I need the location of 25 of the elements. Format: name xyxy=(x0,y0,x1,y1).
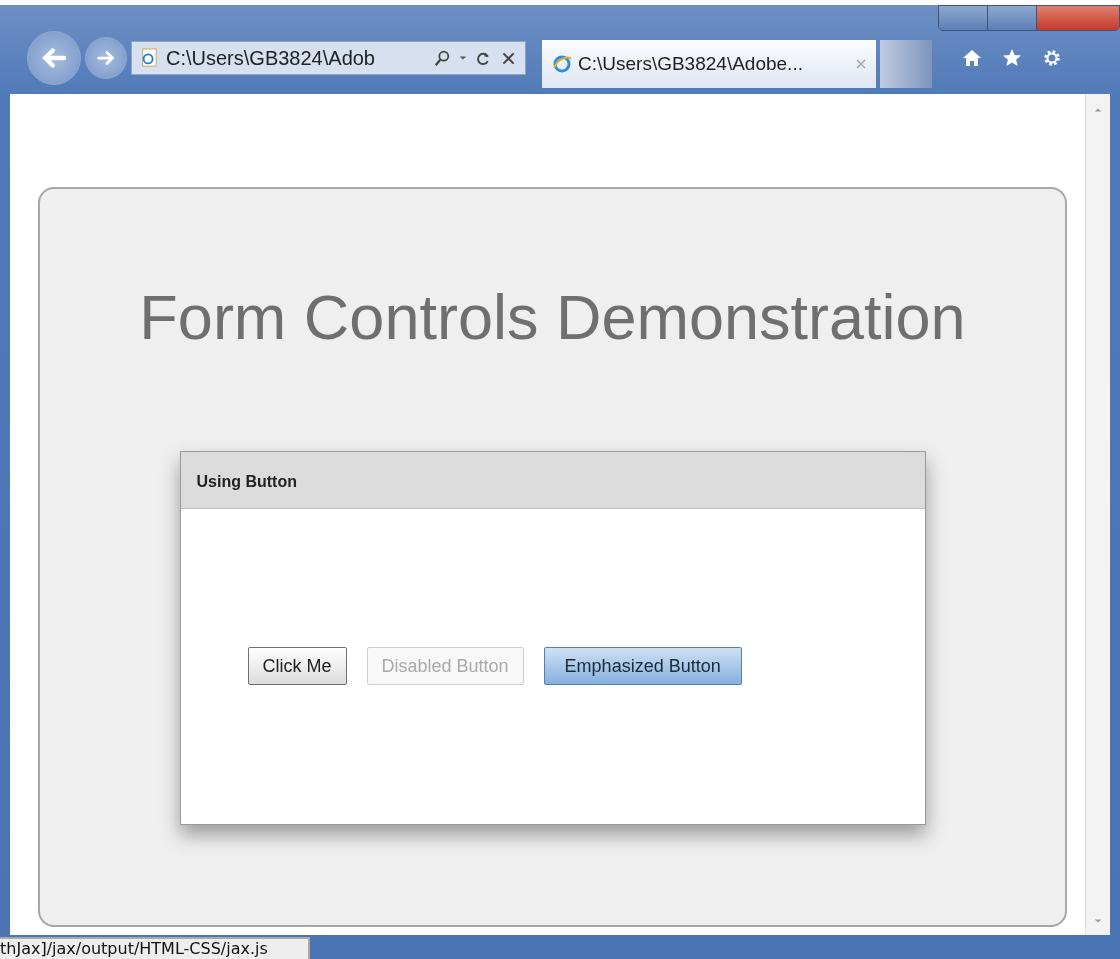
button[interactable]: Click Me xyxy=(247,647,347,685)
page-title: Form Controls Demonstration xyxy=(139,281,966,353)
page-icon xyxy=(140,48,158,68)
address-bar[interactable]: C:\Users\GB3824\Adob xyxy=(131,41,526,75)
search-icon[interactable] xyxy=(433,49,451,67)
panel-header: Using Button xyxy=(180,452,925,509)
settings-icon[interactable] xyxy=(1042,48,1062,68)
scrollbar[interactable] xyxy=(1085,94,1110,935)
scroll-up-icon[interactable] xyxy=(1094,106,1102,114)
close-button[interactable] xyxy=(1037,6,1119,30)
page-icon xyxy=(552,54,572,74)
home-icon[interactable] xyxy=(962,48,982,68)
caret-icon[interactable] xyxy=(459,54,467,62)
new-tab-button[interactable] xyxy=(880,40,932,88)
star-icon[interactable] xyxy=(1002,48,1022,68)
minimize-button[interactable] xyxy=(939,6,988,30)
emphasized-button[interactable]: Emphasized Button xyxy=(543,647,742,685)
maximize-button[interactable] xyxy=(988,6,1037,30)
address-text: C:\Users\GB3824\Adob xyxy=(166,46,376,70)
status-text: thJax]/jax/output/HTML-CSS/jax.js xyxy=(0,937,310,959)
scroll-down-icon[interactable] xyxy=(1094,917,1102,925)
close-tab-icon[interactable] xyxy=(856,59,866,69)
browser-tab[interactable]: C:\Users\GB3824\Adobe... xyxy=(542,40,876,88)
back-button[interactable] xyxy=(27,31,81,85)
forward-button[interactable] xyxy=(85,37,127,79)
